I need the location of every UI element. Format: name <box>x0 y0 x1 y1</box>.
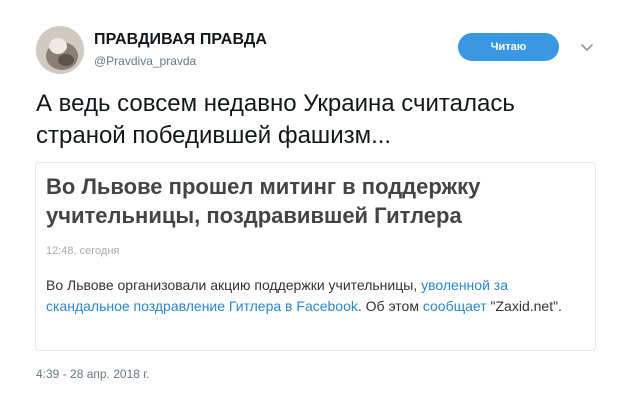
card-body: Во Львове организовали акцию поддержки у… <box>46 275 591 317</box>
chevron-down-icon[interactable] <box>578 38 596 56</box>
card-title[interactable]: Во Львове прошел митинг в поддержку учит… <box>46 172 586 230</box>
card-link-source[interactable]: сообщает <box>423 298 487 314</box>
author-name[interactable]: ПРАВДИВАЯ ПРАВДА <box>94 31 267 49</box>
avatar[interactable] <box>36 26 84 74</box>
avatar-image <box>36 26 84 74</box>
card-body-text: . Об этом <box>357 298 423 314</box>
tweet-text: А ведь совсем недавно Украина считалась … <box>36 90 515 149</box>
follow-button[interactable]: Читаю <box>458 33 559 61</box>
tweet-timestamp[interactable]: 4:39 - 28 апр. 2018 г. <box>36 367 150 381</box>
card-time: 12:48, сегодня <box>46 245 120 257</box>
card-body-text: "Zaxid.net". <box>486 298 562 314</box>
author-handle[interactable]: @Pravdiva_pravda <box>94 54 196 68</box>
link-card[interactable]: Во Львове прошел митинг в поддержку учит… <box>35 162 596 351</box>
card-body-text: Во Львове организовали акцию поддержки у… <box>46 277 422 293</box>
